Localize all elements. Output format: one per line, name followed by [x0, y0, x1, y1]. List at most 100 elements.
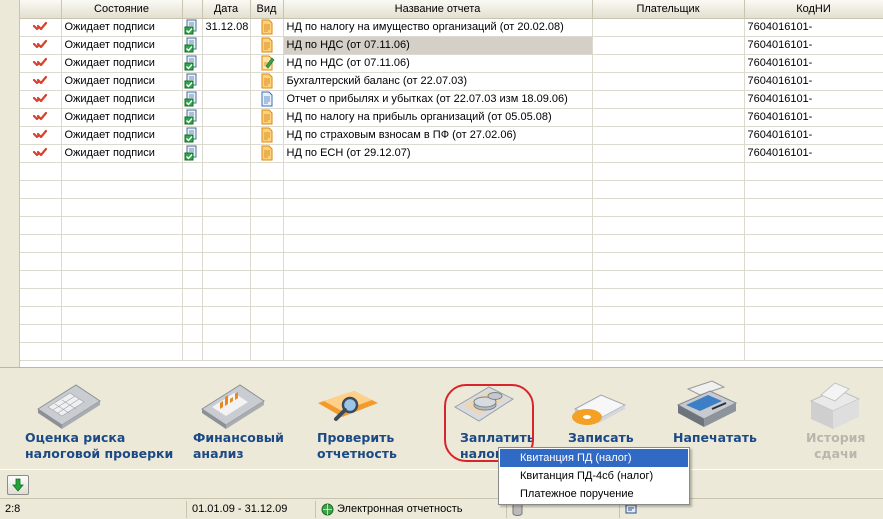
row-doc-cell	[182, 36, 203, 55]
table-row[interactable]: Ожидает подписи Бухгалтерский баланс (от …	[20, 72, 883, 91]
empty-cell	[20, 306, 62, 325]
row-name[interactable]: НД по налогу на прибыль организаций (от …	[283, 108, 593, 127]
empty-cell	[283, 198, 593, 217]
risk-assessment-button[interactable]: Оценка риска налоговой проверки	[20, 369, 180, 469]
row-name[interactable]: Отчет о прибылях и убытках (от 22.07.03 …	[283, 90, 593, 109]
check-reports-button[interactable]: Проверить отчетность	[312, 369, 412, 469]
row-indicator-column	[0, 0, 20, 367]
empty-cell	[592, 216, 745, 235]
signed-doc-icon	[184, 127, 197, 143]
row-date	[202, 72, 251, 91]
empty-cell	[182, 234, 203, 253]
empty-cell	[283, 288, 593, 307]
table-row[interactable]: Ожидает подписи НД по страховым взносам в…	[20, 126, 883, 145]
app-window: { "table": { "columns": ["", "Состояние"…	[0, 0, 883, 519]
menu-item-receipt-pd[interactable]: Квитанция ПД (налог)	[500, 449, 688, 467]
row-check-cell[interactable]	[20, 54, 62, 73]
check-reports-label: Проверить отчетность	[317, 430, 397, 461]
move-down-button[interactable]	[7, 475, 29, 495]
empty-cell	[182, 324, 203, 343]
navigation-bar	[0, 469, 883, 497]
row-name[interactable]: НД по налогу на имущество организаций (о…	[283, 18, 593, 37]
row-code: 7604016101-	[744, 144, 883, 163]
table-row[interactable]: Ожидает подписи НД по НДС (от 07.11.06) 76…	[20, 54, 883, 73]
empty-cell	[182, 306, 203, 325]
empty-cell	[592, 198, 745, 217]
empty-cell	[202, 270, 251, 289]
financial-analysis-button[interactable]: Финансовый анализ	[188, 369, 288, 469]
row-name[interactable]: Бухгалтерский баланс (от 22.07.03)	[283, 72, 593, 91]
empty-cell	[283, 252, 593, 271]
empty-cell	[20, 252, 62, 271]
row-name[interactable]: НД по страховым взносам в ПФ (от 27.02.0…	[283, 126, 593, 145]
empty-row	[20, 306, 883, 325]
col-header-code[interactable]: КодНИ	[744, 0, 883, 19]
doc-orange-icon	[261, 109, 272, 125]
row-doc-cell	[182, 18, 203, 37]
table-row[interactable]: Ожидает подписи НД по ЕСН (от 29.12.07) 76…	[20, 144, 883, 163]
empty-cell	[61, 252, 183, 271]
empty-cell	[744, 270, 883, 289]
menu-item-receipt-pd4sb[interactable]: Квитанция ПД-4сб (налог)	[500, 467, 688, 485]
empty-cell	[592, 270, 745, 289]
row-check-cell[interactable]	[20, 108, 62, 127]
row-payer	[592, 72, 745, 91]
printer-icon	[676, 380, 738, 427]
row-code: 7604016101-	[744, 126, 883, 145]
empty-cell	[592, 252, 745, 271]
reports-table-panel: Состояние Дата Вид Название отчета Плате…	[0, 0, 883, 368]
col-header-check[interactable]	[20, 0, 62, 19]
coins-icon	[454, 386, 515, 422]
col-header-payer[interactable]: Плательщик	[592, 0, 745, 19]
row-state: Ожидает подписи	[61, 36, 183, 55]
row-doc-cell	[182, 72, 203, 91]
row-doc-cell	[182, 108, 203, 127]
row-date: 31.12.08	[202, 18, 251, 37]
empty-cell	[61, 342, 183, 361]
row-state: Ожидает подписи	[61, 144, 183, 163]
row-date	[202, 54, 251, 73]
empty-cell	[744, 306, 883, 325]
disk-write-icon	[572, 394, 627, 425]
empty-cell	[20, 180, 62, 199]
row-check-cell[interactable]	[20, 72, 62, 91]
col-header-date[interactable]: Дата	[202, 0, 251, 19]
empty-cell	[250, 234, 284, 253]
empty-cell	[61, 324, 183, 343]
table-header: Состояние Дата Вид Название отчета Плате…	[20, 0, 883, 19]
row-name[interactable]: НД по НДС (от 07.11.06)	[283, 36, 593, 55]
row-name[interactable]: НД по НДС (от 07.11.06)	[283, 54, 593, 73]
table-row[interactable]: Ожидает подписи НД по НДС (от 07.11.06) 76…	[20, 36, 883, 55]
history-button[interactable]: История сдачи	[803, 369, 878, 469]
row-state: Ожидает подписи	[61, 108, 183, 127]
status-check-icon	[33, 110, 48, 122]
empty-cell	[744, 216, 883, 235]
menu-item-payment-order[interactable]: Платежное поручение	[500, 485, 688, 503]
col-header-vid[interactable]: Вид	[250, 0, 284, 19]
empty-cell	[20, 324, 62, 343]
row-check-cell[interactable]	[20, 126, 62, 145]
table-row[interactable]: Ожидает подписи НД по налогу на прибыль о…	[20, 108, 883, 127]
status-bar: 2:8 01.01.09 - 31.12.09 Электронная отче…	[0, 498, 883, 519]
col-header-name[interactable]: Название отчета	[283, 0, 593, 19]
row-check-cell[interactable]	[20, 90, 62, 109]
record-label: Записать	[568, 430, 634, 445]
col-header-doc[interactable]	[182, 0, 203, 19]
status-check-icon	[33, 92, 48, 104]
row-payer	[592, 36, 745, 55]
empty-cell	[182, 216, 203, 235]
row-check-cell[interactable]	[20, 144, 62, 163]
row-vid-cell	[250, 54, 284, 73]
row-check-cell[interactable]	[20, 18, 62, 37]
col-header-state[interactable]: Состояние	[61, 0, 183, 19]
empty-cell	[202, 162, 251, 181]
table-row[interactable]: Ожидает подписи 31.12.08 НД по налогу на и…	[20, 18, 883, 37]
row-payer	[592, 126, 745, 145]
table-row[interactable]: Ожидает подписи Отчет о прибылях и убытка…	[20, 90, 883, 109]
magnifier-doc-icon	[318, 391, 378, 421]
empty-cell	[283, 234, 593, 253]
empty-cell	[61, 198, 183, 217]
row-check-cell[interactable]	[20, 36, 62, 55]
row-name[interactable]: НД по ЕСН (от 29.12.07)	[283, 144, 593, 163]
doc-orange-icon	[261, 127, 272, 143]
